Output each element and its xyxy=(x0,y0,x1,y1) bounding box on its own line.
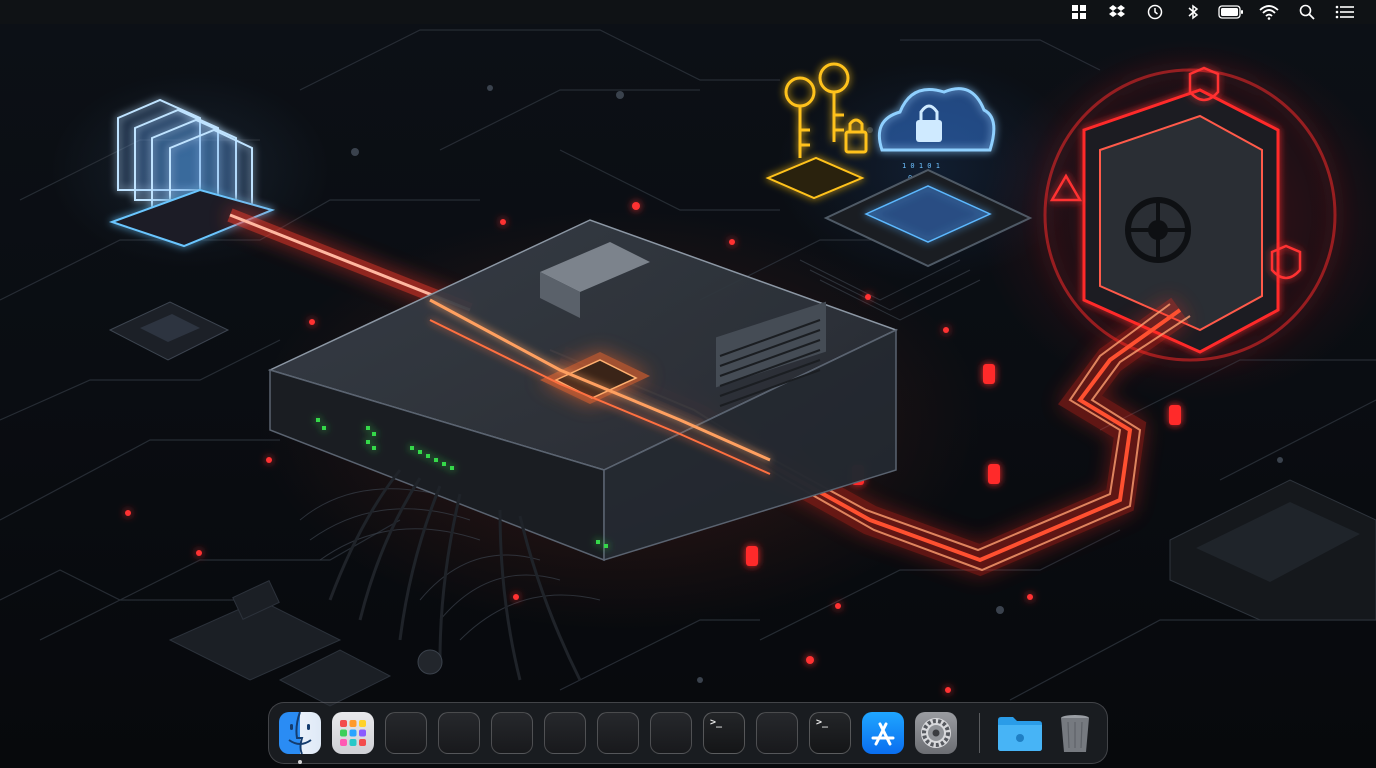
app-store-icon xyxy=(871,722,895,746)
menu-bar xyxy=(0,0,1376,24)
dock-app-placeholder[interactable] xyxy=(544,712,586,754)
gear-icon xyxy=(921,718,951,748)
dock-trash[interactable] xyxy=(1054,712,1096,754)
dock-system-settings[interactable] xyxy=(915,712,957,754)
dock-app-placeholder[interactable] xyxy=(385,712,427,754)
dropbox-icon[interactable] xyxy=(1100,0,1134,24)
dock-app-placeholder[interactable] xyxy=(491,712,533,754)
spotlight-search-icon[interactable] xyxy=(1290,0,1324,24)
dock-finder[interactable] xyxy=(279,712,321,754)
dock-terminal[interactable]: >_ xyxy=(809,712,851,754)
window-grid-icon[interactable] xyxy=(1062,0,1096,24)
dock-app-placeholder[interactable] xyxy=(597,712,639,754)
finder-icon xyxy=(288,712,312,754)
terminal-prompt-label: >_ xyxy=(816,717,829,728)
trash-icon xyxy=(1061,715,1089,752)
clock-icon[interactable] xyxy=(1138,0,1172,24)
dock-downloads-folder[interactable] xyxy=(996,712,1042,754)
dock-launchpad[interactable] xyxy=(332,712,374,754)
finder-running-indicator xyxy=(298,760,302,764)
dock-app-placeholder[interactable] xyxy=(756,712,798,754)
bluetooth-icon[interactable] xyxy=(1176,0,1210,24)
svg-text:1 0 1 0 1: 1 0 1 0 1 xyxy=(902,162,940,170)
launchpad-icon xyxy=(340,720,366,746)
battery-icon[interactable] xyxy=(1214,0,1248,24)
dock-app-placeholder[interactable] xyxy=(650,712,692,754)
desktop-wallpaper: 1 0 1 0 10 1 1 01 0 1 xyxy=(0,0,1376,768)
wallpaper-artwork: 1 0 1 0 10 1 1 01 0 1 xyxy=(0,29,1376,707)
control-center-icon[interactable] xyxy=(1328,0,1362,24)
dock-app-store[interactable] xyxy=(862,712,904,754)
terminal-prompt-label: >_ xyxy=(710,717,723,728)
dock-app-placeholder[interactable] xyxy=(438,712,480,754)
dock: >_ >_ xyxy=(268,702,1108,764)
folder-icon xyxy=(998,717,1042,751)
wifi-icon[interactable] xyxy=(1252,0,1286,24)
dock-separator xyxy=(979,713,980,753)
dock-terminal[interactable]: >_ xyxy=(703,712,745,754)
